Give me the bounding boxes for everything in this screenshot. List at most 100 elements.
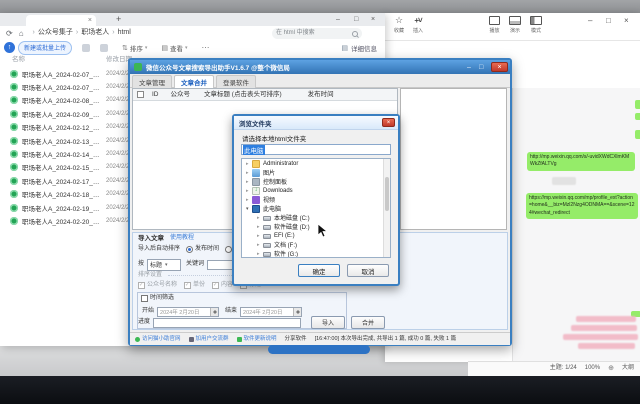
end-label: 结束: [225, 308, 237, 315]
minimize-button[interactable]: –: [588, 17, 592, 25]
desktop-screen: 收藏 插入 播放 演示 模式 – □ × http://mp.weixin.qq…: [0, 0, 640, 404]
chat-bubble-clipped[interactable]: [635, 113, 640, 120]
select-all-checkbox[interactable]: [137, 91, 144, 98]
presentation-toolbar: 收藏 插入 播放 演示 模式 – □ ×: [385, 13, 640, 41]
maximize-button[interactable]: □: [606, 17, 611, 25]
update-notes-link[interactable]: 软件更新说明: [244, 336, 277, 343]
file-name: 职场老人A_2024-02-18_外企不会裁员的3...: [22, 189, 102, 199]
new-tab-button[interactable]: +: [116, 14, 121, 24]
column-name[interactable]: 名称: [12, 56, 25, 64]
breadcrumb-item[interactable]: 公众号集子: [33, 29, 73, 37]
user-group-icon: [189, 337, 194, 342]
import-button[interactable]: 导入: [311, 316, 345, 329]
field-select[interactable]: 标题: [147, 259, 181, 271]
checkbox-label[interactable]: 公众号名称: [147, 282, 177, 289]
tree-item[interactable]: EFI (E:): [242, 231, 390, 240]
more-options-icon[interactable]: ⋯: [202, 43, 210, 52]
upload-icon[interactable]: ↑: [4, 42, 15, 53]
time-filter-checkbox[interactable]: [141, 295, 148, 302]
column-title[interactable]: 文章标题 (点击表头可排序): [204, 91, 282, 99]
new-folder-icon[interactable]: [82, 44, 90, 52]
browser-tab[interactable]: ×: [26, 15, 96, 26]
scrollbar-thumb[interactable]: [385, 177, 389, 211]
html-file-icon: [10, 123, 18, 131]
taskbar-peek-pill[interactable]: [268, 345, 370, 354]
toolbar-item[interactable]: 模式: [530, 16, 542, 34]
file-toolbar: ↑ 新建或批量上传 ⇅排序 ▤查看 ⋯ 详细信息: [0, 40, 385, 55]
minimize-button[interactable]: –: [336, 15, 340, 24]
merge-button[interactable]: 合并: [351, 316, 385, 329]
progress-label: 进度: [138, 319, 150, 326]
chat-bubble-url[interactable]: http://mp.weixin.qq.com/s/-uvidXWdCXlmKM…: [527, 152, 635, 171]
column-publish-time[interactable]: 发布时间: [308, 91, 334, 99]
tree-item[interactable]: 图片: [242, 168, 390, 177]
chat-bubble-url[interactable]: https://mp.weixin.qq.com/mp/profile_ext?…: [526, 193, 638, 219]
zoom-icon[interactable]: [608, 365, 614, 373]
official-site-link[interactable]: 访问猫小助官网: [142, 336, 181, 343]
column-account[interactable]: 公众号: [171, 91, 191, 99]
chat-bubble-clipped[interactable]: [635, 130, 640, 139]
dialog-close-button[interactable]: ×: [382, 118, 395, 127]
minimize-button[interactable]: –: [467, 63, 471, 72]
zoom-level[interactable]: 100%: [585, 365, 600, 372]
date-spinner[interactable]: [210, 308, 218, 316]
column-id[interactable]: ID: [152, 91, 159, 99]
tab-login-software[interactable]: 登录软件: [216, 75, 256, 88]
tree-item[interactable]: 软件 (G:): [242, 249, 390, 258]
search-placeholder: 在 html 中搜索: [276, 30, 315, 37]
close-button[interactable]: ×: [491, 62, 508, 72]
tree-item[interactable]: 本地磁盘 (C:): [242, 213, 390, 222]
outline-view-button[interactable]: 大纲: [622, 365, 634, 372]
tab-close-icon[interactable]: ×: [88, 17, 92, 24]
toolbar-item[interactable]: 演示: [509, 16, 521, 34]
tree-item[interactable]: Administrator: [242, 159, 390, 168]
pictures-icon: [252, 169, 260, 177]
folder-path-input[interactable]: 此电脑: [241, 144, 391, 155]
toolbar-item[interactable]: 插入: [413, 16, 423, 34]
details-button[interactable]: 详细信息: [341, 43, 377, 53]
tree-scrollbar[interactable]: [383, 159, 390, 257]
close-button[interactable]: ×: [624, 17, 629, 25]
close-button[interactable]: ×: [371, 15, 375, 24]
toolbar-item[interactable]: 播放: [489, 16, 500, 34]
share-icon[interactable]: [100, 44, 108, 52]
breadcrumb-item[interactable]: 职场老人: [76, 29, 109, 37]
radio-publish-time[interactable]: [186, 246, 193, 253]
refresh-icon[interactable]: ⟳: [6, 29, 13, 38]
cancel-button[interactable]: 取消: [347, 264, 389, 277]
radio-account[interactable]: [225, 246, 232, 253]
upload-button[interactable]: 新建或批量上传: [18, 41, 72, 55]
maximize-button[interactable]: □: [354, 15, 358, 24]
tree-item[interactable]: 文档 (F:): [242, 240, 390, 249]
chat-bubble-clipped[interactable]: [635, 100, 640, 109]
tree-item[interactable]: 视频: [242, 195, 390, 204]
checkbox-content[interactable]: [212, 282, 219, 289]
breadcrumb-item[interactable]: html: [112, 29, 131, 37]
drive-icon: [263, 216, 271, 221]
tree-item[interactable]: 软件磁盘 (D:): [242, 222, 390, 231]
view-button[interactable]: ▤查看: [161, 43, 187, 53]
redacted-text-line: [563, 334, 638, 340]
file-name: 职场老人A_2024-02-12_2024年十大预言...: [22, 122, 102, 132]
tutorial-link[interactable]: 使用教程: [170, 235, 194, 242]
tab-article-manage[interactable]: 文章管理: [132, 75, 172, 88]
radio-label[interactable]: 发布时间: [195, 246, 219, 253]
checkbox-single[interactable]: [184, 282, 191, 289]
share-software-link[interactable]: 分享软件: [285, 336, 307, 343]
tab-article-merge[interactable]: 文章合并: [174, 75, 214, 88]
ok-button[interactable]: 确定: [298, 264, 340, 277]
tree-item[interactable]: 控制面板: [242, 177, 390, 186]
search-input[interactable]: 在 html 中搜索: [272, 28, 362, 39]
checkbox-account-name[interactable]: [138, 282, 145, 289]
checkbox-label[interactable]: 单份: [193, 282, 205, 289]
user-group-link[interactable]: 加用户交流群: [196, 336, 229, 343]
sort-button[interactable]: ⇅排序: [122, 43, 147, 53]
toolbar-item[interactable]: 收藏: [394, 16, 404, 34]
browser-nav-row: ⟳ ⌂ 公众号集子 职场老人 html 在 html 中搜索: [0, 26, 385, 41]
date-spinner[interactable]: [293, 308, 301, 316]
search-icon[interactable]: [352, 31, 358, 37]
home-icon[interactable]: ⌂: [19, 29, 24, 38]
maximize-button[interactable]: □: [479, 63, 483, 72]
tree-item[interactable]: 此电脑: [242, 204, 390, 213]
tree-item[interactable]: Downloads: [242, 186, 390, 195]
